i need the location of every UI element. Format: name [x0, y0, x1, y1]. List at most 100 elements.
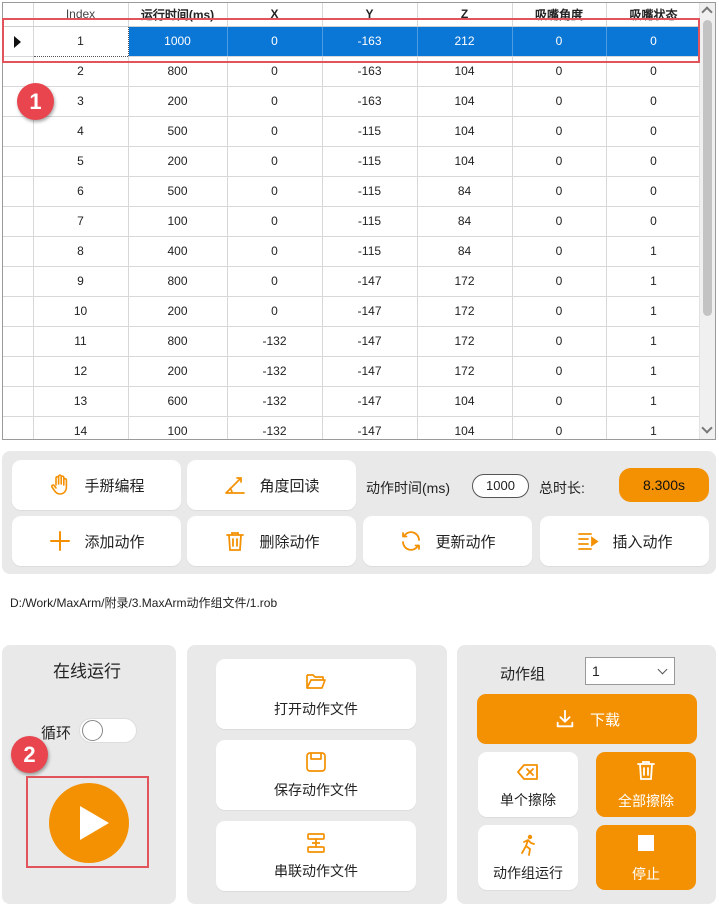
nozzle-state-cell[interactable]: 0: [606, 176, 702, 207]
table-row[interactable]: 9 800 0 -147 172 0 1: [3, 266, 702, 297]
z-cell[interactable]: 212: [417, 26, 513, 57]
scrollbar-thumb[interactable]: [703, 20, 712, 316]
z-cell[interactable]: 84: [417, 176, 513, 207]
y-cell[interactable]: -163: [322, 86, 418, 117]
nozzle-state-cell[interactable]: 1: [606, 236, 702, 267]
column-header-run-time[interactable]: 运行时间(ms): [128, 3, 228, 27]
chain-action-file-button[interactable]: 串联动作文件: [216, 821, 416, 891]
x-cell[interactable]: 0: [227, 86, 323, 117]
y-cell[interactable]: -163: [322, 26, 418, 57]
nozzle-angle-cell[interactable]: 0: [512, 386, 607, 417]
action-group-select[interactable]: 1: [585, 657, 675, 685]
run-action-group-button[interactable]: 动作组运行: [478, 825, 578, 890]
x-cell[interactable]: -132: [227, 356, 323, 387]
nozzle-state-cell[interactable]: 0: [606, 146, 702, 177]
column-header-nozzle-state[interactable]: 吸嘴状态: [606, 3, 702, 27]
nozzle-angle-cell[interactable]: 0: [512, 326, 607, 357]
run-time-cell[interactable]: 800: [128, 266, 228, 297]
z-cell[interactable]: 104: [417, 86, 513, 117]
erase-single-button[interactable]: 单个擦除: [478, 752, 578, 817]
index-cell[interactable]: 7: [33, 206, 129, 237]
x-cell[interactable]: 0: [227, 176, 323, 207]
run-time-cell[interactable]: 100: [128, 416, 228, 439]
nozzle-angle-cell[interactable]: 0: [512, 266, 607, 297]
run-time-cell[interactable]: 200: [128, 296, 228, 327]
column-header-z[interactable]: Z: [417, 3, 513, 27]
y-cell[interactable]: -147: [322, 416, 418, 439]
x-cell[interactable]: 0: [227, 146, 323, 177]
row-header[interactable]: [3, 296, 34, 327]
run-time-cell[interactable]: 200: [128, 146, 228, 177]
y-cell[interactable]: -147: [322, 266, 418, 297]
index-cell[interactable]: 5: [33, 146, 129, 177]
z-cell[interactable]: 104: [417, 56, 513, 87]
row-header[interactable]: [3, 26, 34, 57]
run-time-cell[interactable]: 200: [128, 356, 228, 387]
table-row[interactable]: 14 100 -132 -147 104 0 1: [3, 416, 702, 439]
row-header[interactable]: [3, 176, 34, 207]
delete-action-button[interactable]: 删除动作: [187, 516, 356, 566]
run-time-cell[interactable]: 100: [128, 206, 228, 237]
z-cell[interactable]: 172: [417, 326, 513, 357]
z-cell[interactable]: 172: [417, 296, 513, 327]
x-cell[interactable]: -132: [227, 416, 323, 439]
x-cell[interactable]: 0: [227, 56, 323, 87]
x-cell[interactable]: -132: [227, 386, 323, 417]
index-cell[interactable]: 14: [33, 416, 129, 439]
nozzle-angle-cell[interactable]: 0: [512, 416, 607, 439]
z-cell[interactable]: 104: [417, 416, 513, 439]
y-cell[interactable]: -115: [322, 146, 418, 177]
run-time-cell[interactable]: 500: [128, 176, 228, 207]
row-header[interactable]: [3, 266, 34, 297]
table-row[interactable]: 7 100 0 -115 84 0 0: [3, 206, 702, 237]
download-button[interactable]: 下载: [477, 694, 697, 744]
stop-button[interactable]: 停止: [596, 825, 696, 890]
index-cell[interactable]: 4: [33, 116, 129, 147]
z-cell[interactable]: 104: [417, 386, 513, 417]
column-header-x[interactable]: X: [227, 3, 323, 27]
table-row[interactable]: 10 200 0 -147 172 0 1: [3, 296, 702, 327]
index-cell[interactable]: 13: [33, 386, 129, 417]
row-header[interactable]: [3, 146, 34, 177]
nozzle-state-cell[interactable]: 0: [606, 116, 702, 147]
run-time-cell[interactable]: 200: [128, 86, 228, 117]
row-header[interactable]: [3, 416, 34, 439]
index-cell[interactable]: 6: [33, 176, 129, 207]
index-cell[interactable]: 11: [33, 326, 129, 357]
nozzle-angle-cell[interactable]: 0: [512, 86, 607, 117]
nozzle-angle-cell[interactable]: 0: [512, 356, 607, 387]
row-header[interactable]: [3, 386, 34, 417]
index-cell[interactable]: 8: [33, 236, 129, 267]
table-row[interactable]: 3 200 0 -163 104 0 0: [3, 86, 702, 117]
nozzle-state-cell[interactable]: 1: [606, 356, 702, 387]
z-cell[interactable]: 104: [417, 146, 513, 177]
x-cell[interactable]: 0: [227, 266, 323, 297]
run-time-cell[interactable]: 600: [128, 386, 228, 417]
action-time-input[interactable]: 1000: [472, 474, 529, 498]
index-cell[interactable]: 10: [33, 296, 129, 327]
row-header[interactable]: [3, 206, 34, 237]
table-row[interactable]: 2 800 0 -163 104 0 0: [3, 56, 702, 87]
index-cell[interactable]: 12: [33, 356, 129, 387]
column-header-y[interactable]: Y: [322, 3, 418, 27]
table-row[interactable]: 4 500 0 -115 104 0 0: [3, 116, 702, 147]
row-header[interactable]: [3, 326, 34, 357]
column-header-nozzle-angle[interactable]: 吸嘴角度: [512, 3, 607, 27]
nozzle-state-cell[interactable]: 1: [606, 386, 702, 417]
nozzle-angle-cell[interactable]: 0: [512, 56, 607, 87]
nozzle-angle-cell[interactable]: 0: [512, 296, 607, 327]
table-row[interactable]: 8 400 0 -115 84 0 1: [3, 236, 702, 267]
erase-all-button[interactable]: 全部擦除: [596, 752, 696, 817]
run-time-cell[interactable]: 800: [128, 56, 228, 87]
z-cell[interactable]: 172: [417, 356, 513, 387]
action-table[interactable]: Index 运行时间(ms) X Y Z 吸嘴角度 吸嘴状态 1 1000 0 -16…: [2, 2, 716, 440]
y-cell[interactable]: -163: [322, 56, 418, 87]
table-row[interactable]: 12 200 -132 -147 172 0 1: [3, 356, 702, 387]
x-cell[interactable]: 0: [227, 26, 323, 57]
index-cell[interactable]: 2: [33, 56, 129, 87]
nozzle-angle-cell[interactable]: 0: [512, 26, 607, 57]
insert-action-button[interactable]: 插入动作: [540, 516, 709, 566]
nozzle-state-cell[interactable]: 0: [606, 26, 702, 57]
nozzle-state-cell[interactable]: 0: [606, 206, 702, 237]
table-row[interactable]: 1 1000 0 -163 212 0 0: [3, 25, 702, 57]
